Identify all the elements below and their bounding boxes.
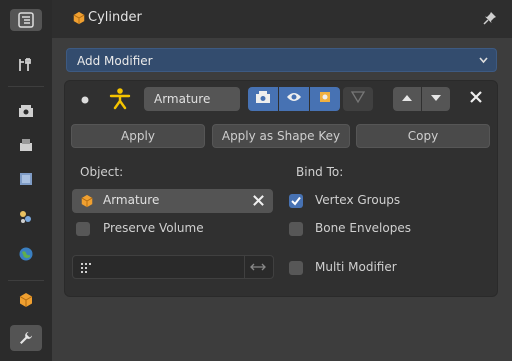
clear-object-icon[interactable] [252,194,265,211]
armature-object-icon [80,194,94,212]
edit-mode-icon [317,89,333,109]
on-cage-toggle[interactable] [343,87,373,111]
apply-button[interactable]: Apply [71,124,205,148]
properties-tab-sidebar [0,0,52,361]
chevron-down-icon [479,49,488,79]
outliner-icon[interactable] [10,9,42,31]
move-down-button[interactable] [422,87,450,111]
sidebar-separator [8,280,44,281]
collapse-panel-icon[interactable] [80,94,90,109]
preserve-volume-label: Preserve Volume [103,221,204,235]
object-field-value: Armature [103,193,160,207]
remove-modifier-button[interactable] [465,87,487,111]
bind-to-label: Bind To: [296,165,344,179]
show-in-render-toggle[interactable] [248,87,278,111]
modifier-name-field[interactable]: Armature [144,87,240,111]
bone-envelopes-checkbox[interactable] [289,222,303,236]
armature-modifier-icon [108,86,132,114]
scene-icon[interactable] [14,206,38,228]
vertex-group-icon [78,260,94,280]
add-modifier-label: Add Modifier [77,54,153,68]
object-label: Object: [80,165,124,179]
sidebar-separator [8,86,44,87]
copy-button[interactable]: Copy [356,124,490,148]
render-icon[interactable] [14,100,38,122]
vertex-groups-checkbox[interactable] [289,194,303,208]
chevron-down-icon [429,92,443,107]
close-icon [469,90,483,108]
bone-envelopes-label: Bone Envelopes [315,221,411,235]
camera-icon [255,90,271,108]
properties-header: Cylinder [52,0,512,38]
tool-icon[interactable] [14,54,38,76]
eye-icon [286,91,302,107]
modifier-wrench-icon[interactable] [10,325,42,351]
vertex-groups-label: Vertex Groups [315,193,401,207]
object-icon[interactable] [14,289,38,311]
preserve-volume-checkbox[interactable] [76,222,90,236]
pin-icon[interactable] [482,10,498,30]
object-field[interactable]: Armature [72,189,273,213]
field-divider [244,256,245,278]
show-in-edit-mode-toggle[interactable] [310,87,340,111]
object-cube-icon [72,11,86,29]
move-up-button[interactable] [393,87,421,111]
show-in-viewport-toggle[interactable] [279,87,309,111]
triangle-mesh-icon [350,90,366,108]
add-modifier-dropdown[interactable]: Add Modifier [66,48,497,72]
invert-arrows-icon[interactable] [250,261,266,277]
chevron-up-icon [400,92,414,107]
view-layer-icon[interactable] [14,168,38,190]
vertex-group-field[interactable] [72,255,274,279]
object-name-title: Cylinder [88,10,142,25]
multi-modifier-label: Multi Modifier [315,260,397,274]
output-icon[interactable] [14,134,38,156]
apply-as-shape-key-button[interactable]: Apply as Shape Key [212,124,350,148]
world-icon[interactable] [14,243,38,265]
multi-modifier-checkbox[interactable] [289,261,303,275]
